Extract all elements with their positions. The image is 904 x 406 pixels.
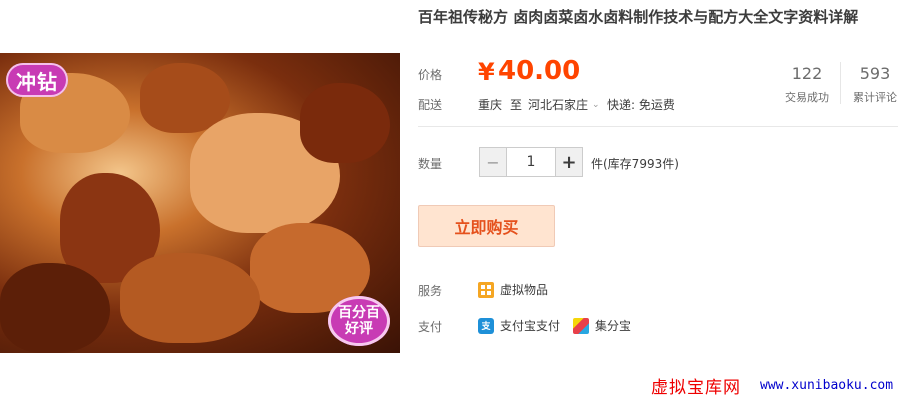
service-label: 服务 — [418, 284, 443, 298]
ship-from: 重庆 — [478, 98, 503, 112]
payment-label: 支付 — [418, 320, 443, 334]
quantity-input[interactable] — [506, 148, 556, 176]
shipping-label: 配送 — [418, 98, 443, 112]
payment-alipay-text: 支付宝支付 — [500, 319, 561, 333]
rating-badge-line2: 好评 — [345, 321, 373, 337]
price-value: 40.00 — [498, 56, 581, 86]
ship-to: 河北石家庄 — [528, 98, 589, 112]
quantity-label: 数量 — [418, 157, 443, 171]
stat-divider — [840, 62, 841, 104]
watermark-url: www.xunibaoku.com — [760, 378, 894, 393]
meat-piece — [0, 263, 110, 353]
virtual-goods-icon — [478, 281, 494, 298]
service-text: 虚拟物品 — [500, 283, 549, 297]
reviews-count: 593 — [859, 64, 891, 83]
increase-button[interactable]: + — [556, 148, 582, 176]
chevron-down-icon: ⌄ — [592, 99, 600, 110]
ship-to-word: 至 — [510, 98, 523, 112]
sales-label: 交易成功 — [785, 91, 829, 104]
jifenbao-icon — [573, 317, 589, 334]
decrease-button[interactable]: − — [480, 148, 506, 176]
reviews-label: 累计评论 — [853, 91, 897, 104]
rating-badge: 百分百 好评 — [328, 296, 390, 346]
sales-count: 122 — [791, 64, 823, 83]
payment-jifenbao-text: 集分宝 — [595, 319, 632, 333]
rating-badge-line1: 百分百 — [338, 305, 380, 321]
meat-piece — [120, 253, 260, 343]
payment-jifenbao[interactable]: 集分宝 — [573, 317, 631, 334]
product-title: 百年祖传秘方 卤肉卤菜卤水卤料制作技术与配方大全文字资料详解 — [418, 8, 859, 26]
currency-symbol: ¥ — [478, 58, 495, 86]
buy-now-button[interactable]: 立即购买 — [418, 205, 555, 247]
divider — [418, 126, 898, 127]
service-item[interactable]: 虚拟物品 — [478, 281, 548, 298]
reviews-stat[interactable]: 593 累计评论 — [848, 64, 902, 105]
quantity-stepper: − + — [479, 147, 583, 177]
meat-piece — [300, 83, 390, 163]
alipay-icon: 支 — [478, 317, 494, 334]
ship-method: 快递: 免运费 — [607, 98, 675, 112]
stock-info: 件(库存7993件) — [591, 157, 679, 171]
promo-badge: 冲钻 — [6, 63, 68, 97]
watermark-site: 虚拟宝库网 — [651, 378, 741, 398]
sales-stat[interactable]: 122 交易成功 — [780, 64, 834, 105]
destination-selector[interactable]: 河北石家庄 ⌄ — [528, 96, 600, 113]
payment-alipay[interactable]: 支 支付宝支付 — [478, 317, 560, 334]
price-label: 价格 — [418, 68, 443, 82]
